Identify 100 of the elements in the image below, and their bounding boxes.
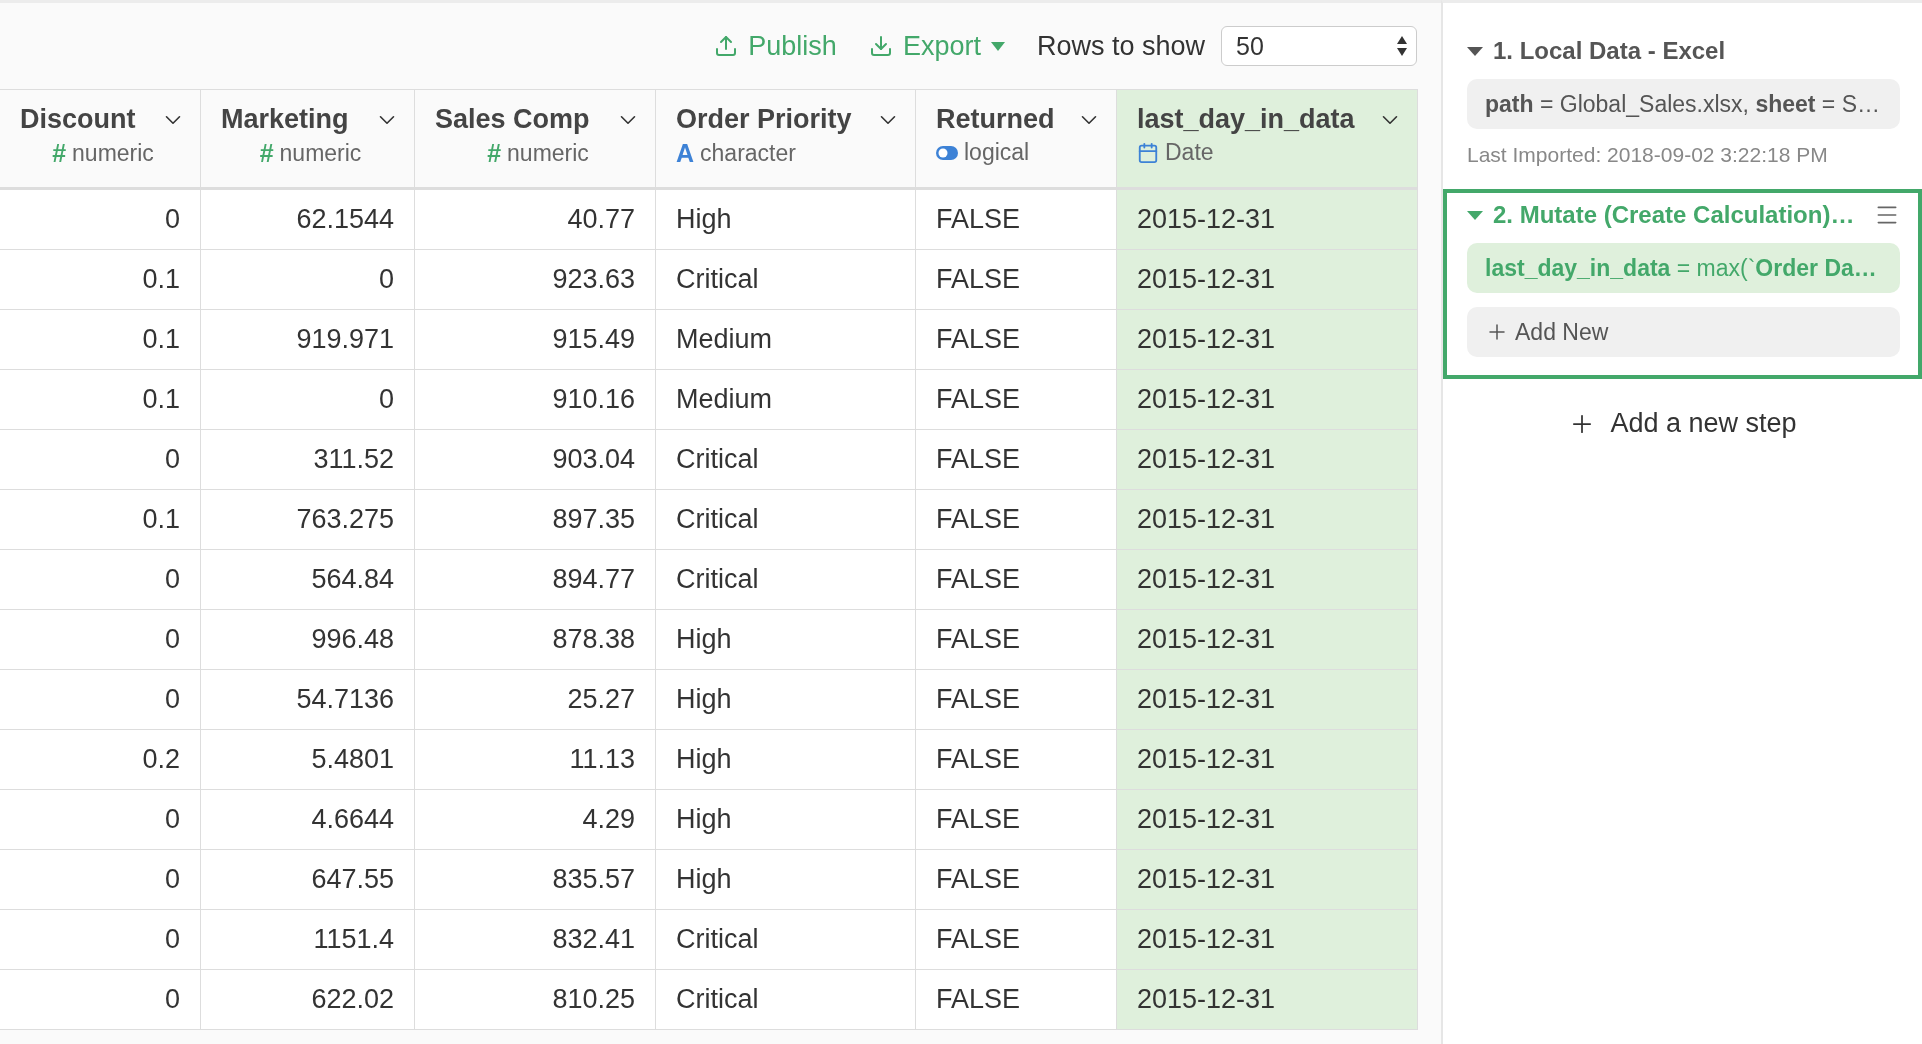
table-cell: FALSE [916,310,1117,370]
table-cell: 0.1 [0,490,201,550]
table-cell: 2015-12-31 [1117,250,1418,310]
download-icon [868,34,893,58]
table-cell: 810.25 [415,970,656,1030]
table-cell: Medium [656,310,916,370]
table-cell: High [656,670,916,730]
column-name: Returned [936,104,1055,135]
table-cell: 2015-12-31 [1117,610,1418,670]
column-name: Marketing [221,104,349,135]
table-cell: Medium [656,370,916,430]
table-cell: 0 [0,610,201,670]
table-cell: FALSE [916,430,1117,490]
table-cell: 996.48 [201,610,415,670]
table-cell: 0 [0,970,201,1030]
table-cell: 2015-12-31 [1117,370,1418,430]
table-cell: 2015-12-31 [1117,970,1418,1030]
table-cell: 2015-12-31 [1117,670,1418,730]
table-cell: High [656,190,916,250]
table-cell: Critical [656,970,916,1030]
column-type: Date [1165,139,1214,166]
table-cell: FALSE [916,910,1117,970]
rows-select[interactable]: 50 [1221,26,1417,66]
table-cell: 2015-12-31 [1117,790,1418,850]
toggle-icon [936,145,958,160]
table-cell: 2015-12-31 [1117,550,1418,610]
table-cell: 4.6644 [201,790,415,850]
table-cell: 647.55 [201,850,415,910]
hash-icon: # [487,139,502,168]
step-item-text: last_day_in_data = max(`Order Da… [1485,254,1877,282]
add-new-button[interactable]: Add New [1467,307,1900,357]
column-header[interactable]: Returned logical [916,90,1117,190]
hash-icon: # [259,139,274,168]
table-cell: Critical [656,550,916,610]
table-cell: 0 [0,850,201,910]
table-cell: 915.49 [415,310,656,370]
table-cell: 2015-12-31 [1117,850,1418,910]
table-cell: 11.13 [415,730,656,790]
table-cell: 919.971 [201,310,415,370]
table-cell: Critical [656,910,916,970]
table-cell: 835.57 [415,850,656,910]
table-cell: 763.275 [201,490,415,550]
hash-icon: # [52,139,67,168]
table-cell: 2015-12-31 [1117,730,1418,790]
column-header[interactable]: Order Priority A character [656,90,916,190]
column-name: last_day_in_data [1137,104,1355,135]
column-type: character [700,140,796,167]
table-cell: 25.27 [415,670,656,730]
column-name: Sales Comp [435,104,590,135]
table-cell: 564.84 [201,550,415,610]
table-cell: FALSE [916,250,1117,310]
table-cell: FALSE [916,490,1117,550]
table-cell: 910.16 [415,370,656,430]
spinner-icon [1396,34,1408,58]
table-cell: 1151.4 [201,910,415,970]
column-type: numeric [279,140,362,167]
column-header[interactable]: Marketing # numeric [201,90,415,190]
collapse-icon[interactable] [1467,45,1483,57]
step-item-text: path = Global_Sales.xlsx, sheet = S… [1485,90,1881,118]
table-cell: FALSE [916,670,1117,730]
table-cell: 0 [0,910,201,970]
step-title: 2. Mutate (Create Calculation)… [1493,201,1856,229]
table-cell: 0.1 [0,370,201,430]
letter-icon: A [676,139,695,168]
step-card[interactable]: 2. Mutate (Create Calculation)… last_day_in_data = max(`Order Da… Add New [1443,189,1922,379]
table-cell: FALSE [916,850,1117,910]
column-type: numeric [72,140,154,167]
table-cell: High [656,850,916,910]
table-cell: 0 [201,370,415,430]
table-cell: 0 [0,790,201,850]
table-cell: 0.1 [0,310,201,370]
add-step-button[interactable]: Add a new step [1562,407,1803,440]
column-header[interactable]: Discount # numeric [0,90,201,190]
caret-icon [990,41,1005,51]
step-card[interactable]: 1. Local Data - Excel path = Global_Sales.xlsx, sheet = S… Last Imported: 2018-09-02 3:22:18 PM [1443,25,1922,189]
column-header[interactable]: Sales Comp # numeric [415,90,656,190]
table-cell: High [656,790,916,850]
table-cell: 4.29 [415,790,656,850]
step-title: 1. Local Data - Excel [1493,37,1727,65]
table-cell: 5.4801 [201,730,415,790]
calendar-icon [1137,141,1159,164]
table-cell: Critical [656,430,916,490]
table-cell: FALSE [916,190,1117,250]
table-cell: FALSE [916,730,1117,790]
table-cell: 923.63 [415,250,656,310]
table-cell: 0.1 [0,250,201,310]
table-cell: 0 [201,250,415,310]
step-item[interactable]: path = Global_Sales.xlsx, sheet = S… [1467,79,1900,129]
table-cell: 2015-12-31 [1117,310,1418,370]
table-cell: 894.77 [415,550,656,610]
table-cell: 0.2 [0,730,201,790]
table-cell: 878.38 [415,610,656,670]
table-cell: FALSE [916,610,1117,670]
column-type: logical [964,139,1030,166]
table-cell: High [656,610,916,670]
table-cell: 0 [0,430,201,490]
import-note: Last Imported: 2018-09-02 3:22:18 PM [1467,143,1829,167]
column-header[interactable]: last_day_in_data Date [1117,90,1418,190]
table-cell: 0 [0,190,201,250]
table-cell: Critical [656,490,916,550]
